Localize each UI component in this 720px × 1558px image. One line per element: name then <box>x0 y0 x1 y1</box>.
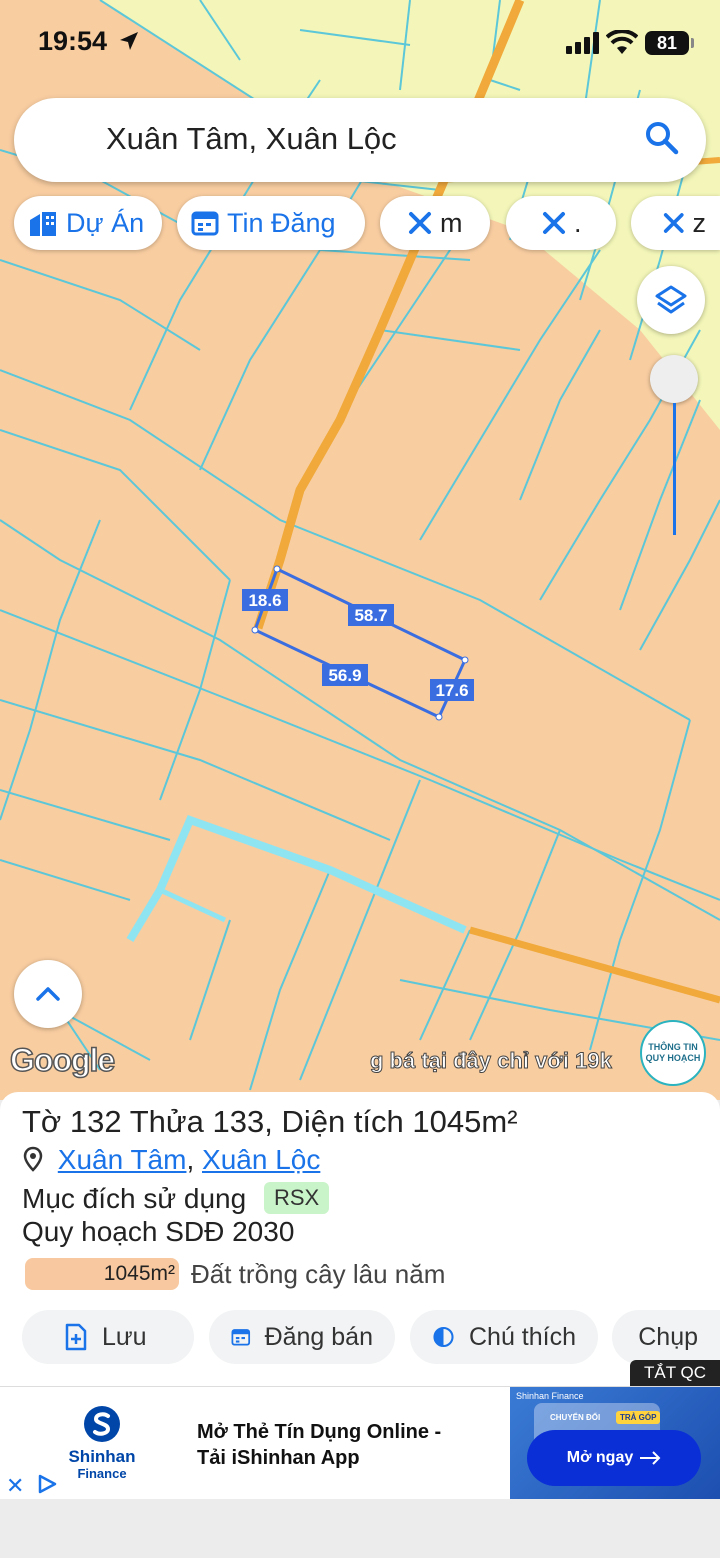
area-unit: m² <box>481 1104 518 1139</box>
chip-label: . <box>574 207 582 238</box>
district-link[interactable]: Xuân Lộc <box>202 1144 320 1175</box>
promo-ticker[interactable]: g bá tại đây chỉ với 19k <box>370 1048 613 1074</box>
plan-description: Đất trồng cây lâu năm <box>191 1259 446 1289</box>
area-label: Diện tích <box>281 1104 404 1139</box>
sheet-label: Tờ <box>22 1104 62 1139</box>
chip-measure-dot[interactable]: . <box>506 196 616 250</box>
ad-title-line2: Tải iShinhan App <box>197 1447 360 1469</box>
location-pin-icon <box>23 1146 43 1172</box>
parcel-location: Xuân Tâm, Xuân Lộc <box>22 1144 320 1176</box>
parcel-vertex <box>273 565 281 573</box>
plan-label: Quy hoạch SDĐ 2030 <box>22 1216 295 1247</box>
plan-area-swatch: 1045m² <box>25 1258 179 1290</box>
status-time: 19:54 <box>38 26 108 56</box>
post-sale-label: Đăng bán <box>264 1322 373 1351</box>
parcel-vertex <box>251 626 259 634</box>
ad-cta-button[interactable]: Mở ngay <box>527 1430 701 1486</box>
ad-card-text: CHUYỂN ĐỔI <box>550 1413 601 1422</box>
chip-measure-z[interactable]: z <box>631 196 720 250</box>
save-button[interactable]: Lưu <box>22 1310 194 1364</box>
usage-label: Mục đích sử dụng <box>22 1183 247 1214</box>
parcel-summary: Tờ 132 Thửa 133, Diện tích 1045m² <box>22 1104 518 1139</box>
planning-info-badge[interactable]: THÔNG TIN QUY HOẠCH <box>640 1020 706 1086</box>
area-value: 1045 <box>412 1104 482 1139</box>
usage-code-badge: RSX <box>263 1182 330 1214</box>
battery-icon: 81 <box>645 31 689 55</box>
legend-label: Chú thích <box>468 1322 576 1351</box>
ruler-icon <box>663 213 684 233</box>
save-label: Lưu <box>102 1322 147 1351</box>
google-attribution: Google <box>9 1041 116 1079</box>
ad-brand-sub: Finance <box>77 1466 127 1481</box>
shinhan-logo-icon <box>84 1406 120 1442</box>
ad-image-brand: Shinhan Finance <box>516 1391 584 1401</box>
search-bar[interactable]: Xuân Tâm, Xuân Lộc <box>14 98 706 182</box>
opacity-slider-knob[interactable] <box>650 355 698 403</box>
battery-tip <box>691 38 694 48</box>
ad-choices-icon[interactable] <box>36 1473 58 1495</box>
chip-label: Dự Án <box>66 207 145 238</box>
measure-label-1: 18.6 <box>248 591 281 610</box>
usage-row: Mục đích sử dụng RSX <box>22 1182 330 1215</box>
ad-card-button: TRẢ GÓP <box>616 1411 661 1424</box>
location-arrow-icon <box>120 32 138 50</box>
commune-link[interactable]: Xuân Tâm <box>58 1144 187 1175</box>
chip-label: z <box>692 207 707 238</box>
ad-brand: Shinhan <box>68 1447 136 1466</box>
measure-label-3: 56.9 <box>328 666 361 685</box>
ad-title: Mở Thẻ Tín Dụng Online - Tải iShinhan Ap… <box>197 1419 441 1471</box>
cellular-signal-icon <box>566 32 599 54</box>
measure-label-2: 58.7 <box>354 606 387 625</box>
search-query[interactable]: Xuân Tâm, Xuân Lộc <box>106 121 397 157</box>
ruler-icon <box>543 212 565 234</box>
capture-button[interactable]: Chụp <box>612 1310 720 1364</box>
calendar-icon <box>231 1329 251 1346</box>
parcel-vertex <box>435 713 443 721</box>
capture-label: Chụp <box>638 1322 698 1351</box>
sheet-number: 132 <box>69 1104 122 1139</box>
arrow-right-icon <box>640 1451 661 1465</box>
chip-label: m <box>440 207 463 238</box>
chip-measure-m[interactable]: m <box>380 196 490 250</box>
search-icon[interactable] <box>644 120 680 156</box>
chevron-up-icon <box>36 987 60 1001</box>
ad-close-icon[interactable]: ✕ <box>6 1473 24 1499</box>
ad-logo: Shinhan Finance <box>66 1405 138 1481</box>
calendar-icon <box>191 211 219 236</box>
chip-du-an[interactable]: Dự Án <box>14 196 162 250</box>
ad-title-line1: Mở Thẻ Tín Dụng Online - <box>197 1421 442 1443</box>
add-file-icon <box>65 1323 87 1351</box>
plot-number: 133 <box>212 1104 265 1139</box>
chip-label: Tin Đăng <box>227 207 336 238</box>
expand-up-button[interactable] <box>14 960 82 1028</box>
opacity-slider-track[interactable] <box>673 403 676 535</box>
layers-icon <box>655 285 687 314</box>
chip-tin-dang[interactable]: Tin Đăng <box>177 196 365 250</box>
post-sale-button[interactable]: Đăng bán <box>209 1310 395 1364</box>
hide-ads-button[interactable]: TẮT QC <box>630 1360 720 1386</box>
ad-cta-label: Mở ngay <box>566 1449 634 1466</box>
legend-button[interactable]: Chú thích <box>410 1310 598 1364</box>
wifi-icon <box>606 30 638 54</box>
city-icon <box>30 212 56 236</box>
ruler-icon <box>409 212 431 234</box>
measure-label-4: 17.6 <box>435 681 468 700</box>
layers-button[interactable] <box>637 266 705 334</box>
contrast-icon <box>433 1326 454 1348</box>
plot-label: Thửa <box>129 1104 204 1139</box>
parcel-vertex <box>461 656 469 664</box>
status-bar: 19:54 81 <box>0 0 720 88</box>
